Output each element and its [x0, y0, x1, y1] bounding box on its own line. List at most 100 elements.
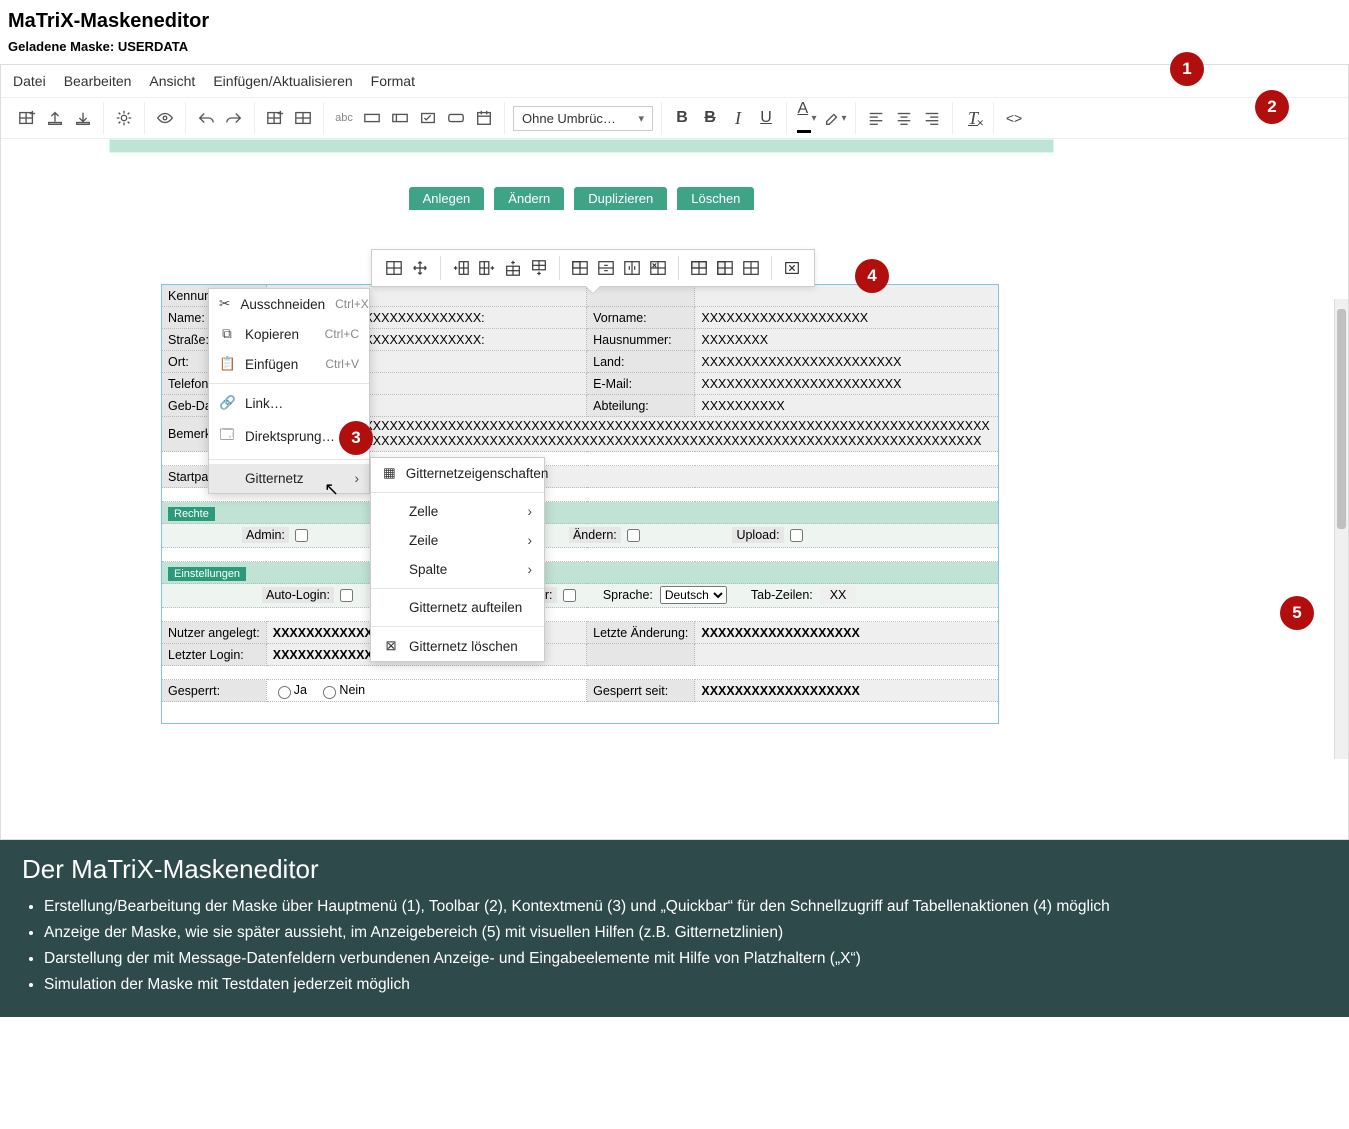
gesperrt-label: Gesperrt: [162, 680, 267, 702]
code-icon[interactable]: <> [1002, 106, 1026, 130]
qb-row-icon[interactable] [687, 256, 711, 280]
insert-table-plus-icon[interactable] [263, 106, 287, 130]
qb-insert-col-left-icon[interactable] [449, 256, 473, 280]
ctx-grid[interactable]: Gitternetz› [209, 464, 369, 493]
ctx-copy[interactable]: ⧉KopierenCtrl+C [209, 319, 369, 349]
italic-icon[interactable]: I [726, 106, 750, 130]
tabzeilen-value: XX [820, 586, 857, 604]
qb-insert-row-below-icon[interactable] [527, 256, 551, 280]
qb-insert-row-above-icon[interactable] [501, 256, 525, 280]
strikethrough-icon[interactable]: B [698, 106, 722, 130]
align-center-icon[interactable] [892, 106, 916, 130]
qb-split-v-icon[interactable] [620, 256, 644, 280]
redo-icon[interactable] [222, 106, 246, 130]
tab-duplizieren[interactable]: Duplizieren [574, 187, 667, 210]
gear-icon[interactable] [112, 106, 136, 130]
sub-row[interactable]: Zeile› [371, 526, 544, 555]
admin-checkbox[interactable] [295, 529, 308, 542]
checkbox-icon[interactable] [416, 106, 440, 130]
eye-icon[interactable] [153, 106, 177, 130]
qb-merge-icon[interactable] [568, 256, 592, 280]
gesperrt-ja-radio[interactable] [278, 686, 291, 699]
qb-split-h-icon[interactable] [594, 256, 618, 280]
footer-bullet: Simulation der Maske mit Testdaten jeder… [44, 973, 1327, 997]
abc-icon[interactable]: abc [332, 106, 356, 130]
abteilung-label: Abteilung: [587, 395, 695, 417]
callout-4: 4 [855, 259, 889, 293]
menu-bearbeiten[interactable]: Bearbeiten [64, 73, 132, 89]
qb-insert-col-right-icon[interactable] [475, 256, 499, 280]
tabzeilen-label: Tab-Zeilen: [751, 588, 813, 602]
align-left-icon[interactable] [864, 106, 888, 130]
menu-datei[interactable]: Datei [13, 73, 46, 89]
email-label: E-Mail: [587, 373, 695, 395]
mouse-cursor-icon: ↖ [324, 479, 339, 500]
qb-table-icon[interactable] [382, 256, 406, 280]
qb-move-icon[interactable] [408, 256, 432, 280]
field2-icon[interactable] [388, 106, 412, 130]
chevron-right-icon: › [528, 504, 533, 519]
scissors-icon: ✂ [219, 296, 230, 312]
ctx-link[interactable]: 🔗Link… [209, 388, 369, 418]
gesperrt-nein-radio[interactable] [323, 686, 336, 699]
gesperrtseit-label: Gesperrt seit: [587, 680, 695, 702]
qb-delete-table-icon[interactable] [780, 256, 804, 280]
sub-col[interactable]: Spalte› [371, 555, 544, 584]
download-icon[interactable] [71, 106, 95, 130]
link-icon: 🔗 [219, 395, 235, 411]
wrap-select[interactable]: Ohne Umbrüc… [513, 106, 653, 131]
clear-format-icon[interactable]: T✕ [961, 106, 985, 130]
clipboard-icon: 📋 [219, 356, 235, 372]
ctx-cut[interactable]: ✂AusschneidenCtrl+X [209, 289, 369, 319]
nutzer-label: Nutzer angelegt: [162, 622, 267, 644]
text-color-icon[interactable]: A ▾ [795, 106, 819, 130]
sprache-select[interactable]: Deutsch [660, 586, 727, 604]
annotation-footer: Der MaTriX-Maskeneditor Erstellung/Bearb… [0, 840, 1349, 1017]
sprache-label: Sprache: [603, 588, 653, 602]
qb-delete-cell-icon[interactable] [646, 256, 670, 280]
jump-icon: 🗔 [219, 425, 235, 448]
ctx-paste[interactable]: 📋EinfügenCtrl+V [209, 349, 369, 379]
chevron-right-icon: › [528, 533, 533, 548]
new-table-plus-icon[interactable] [15, 106, 39, 130]
autologin-checkbox[interactable] [340, 589, 353, 602]
newsletter-checkbox[interactable] [563, 589, 576, 602]
bold-icon[interactable]: B [670, 106, 694, 130]
sub-delete[interactable]: ⊠Gitternetz löschen [371, 631, 544, 661]
date-icon[interactable] [472, 106, 496, 130]
menu-ansicht[interactable]: Ansicht [149, 73, 195, 89]
abteilung-value: XXXXXXXXXX [695, 395, 999, 417]
gesperrtseit-value: XXXXXXXXXXXXXXXXXXX [695, 680, 999, 702]
footer-title: Der MaTriX-Maskeneditor [22, 854, 1327, 885]
vertical-scrollbar[interactable] [1334, 299, 1348, 759]
menu-format[interactable]: Format [371, 73, 415, 89]
context-submenu-grid: ▦Gitternetzeigenschaften Zelle› Zeile› S… [370, 457, 545, 662]
tab-aendern[interactable]: Ändern [494, 187, 564, 210]
tab-anlegen[interactable]: Anlegen [409, 187, 485, 210]
sub-split[interactable]: Gitternetz aufteilen [371, 593, 544, 622]
sub-cell[interactable]: Zelle› [371, 497, 544, 526]
undo-icon[interactable] [194, 106, 218, 130]
upload-icon[interactable] [43, 106, 67, 130]
align-right-icon[interactable] [920, 106, 944, 130]
footer-bullet: Anzeige der Maske, wie sie später aussie… [44, 921, 1327, 945]
tab-loeschen[interactable]: Löschen [677, 187, 754, 210]
table-icon[interactable] [291, 106, 315, 130]
toolbar: abc Ohne Umbrüc… B B I U A ▾ ▾ T✕ [1, 98, 1348, 139]
button-icon[interactable] [444, 106, 468, 130]
menu-einfuegen[interactable]: Einfügen/Aktualisieren [213, 73, 352, 89]
sub-props[interactable]: ▦Gitternetzeigenschaften [371, 458, 544, 488]
land-label: Land: [587, 351, 695, 373]
footer-bullet: Erstellung/Bearbeitung der Maske über Ha… [44, 895, 1327, 919]
underline-icon[interactable]: U [754, 106, 778, 130]
bemerk-value: XXXXXXXXXXXXXXXXXXXXXXXXXXXXXXXXXXXXXXXX… [266, 417, 998, 452]
delete-table-icon: ⊠ [383, 638, 399, 654]
upload-label: Upload: [732, 527, 783, 543]
qb-col-icon[interactable] [713, 256, 737, 280]
aendern-checkbox[interactable] [627, 529, 640, 542]
upload-checkbox[interactable] [790, 529, 803, 542]
highlight-icon[interactable]: ▾ [823, 106, 847, 130]
field-icon[interactable] [360, 106, 384, 130]
qb-clear-icon[interactable] [739, 256, 763, 280]
quickbar [371, 249, 815, 287]
